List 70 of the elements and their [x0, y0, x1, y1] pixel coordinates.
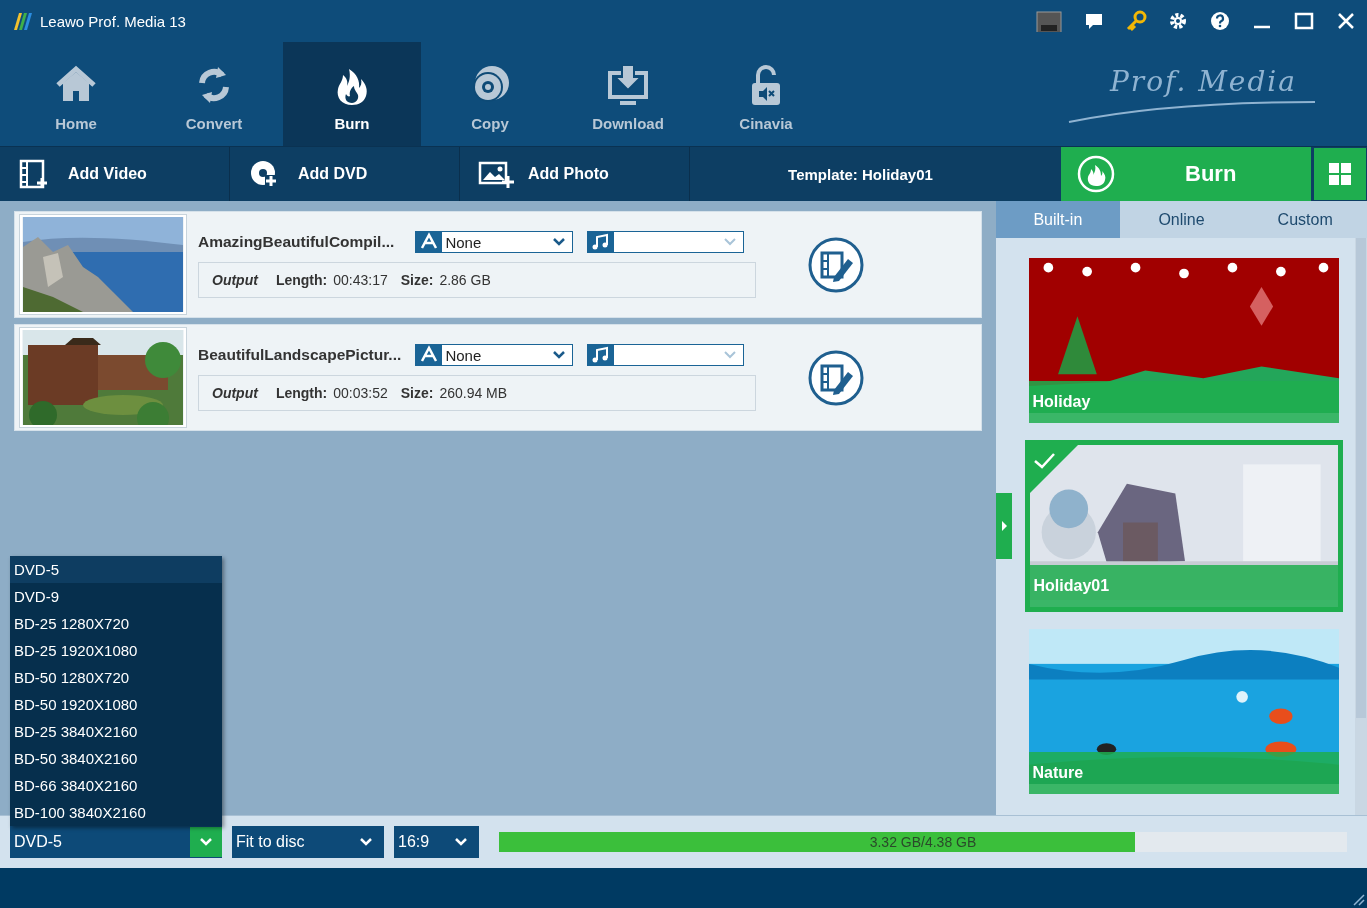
size-label: Size:: [400, 385, 434, 401]
template-tab[interactable]: Online: [1119, 201, 1244, 238]
select-field[interactable]: Fit to disc: [232, 826, 384, 858]
size-label: Size:: [400, 272, 434, 288]
audio-dropdown[interactable]: [586, 344, 744, 366]
size-value: 260.94 MB: [439, 385, 508, 401]
scrollbar-thumb[interactable]: [1356, 238, 1366, 718]
output-label: Output: [212, 272, 258, 288]
menu-item[interactable]: BD-25 1280X720: [10, 610, 222, 637]
menu-item[interactable]: BD-50 3840X2160: [10, 745, 222, 772]
scrollbar[interactable]: [1355, 238, 1367, 815]
length-label: Length:: [275, 385, 328, 401]
chip-icon[interactable]: [1035, 10, 1063, 32]
nav-tab[interactable]: Convert: [145, 42, 283, 146]
size-value: 2.86 GB: [439, 272, 491, 288]
resize-grip-icon: [1351, 892, 1365, 906]
subtitle-icon: [416, 232, 443, 252]
audio-dropdown[interactable]: [586, 231, 744, 253]
subtitle-dropdown[interactable]: None: [415, 344, 573, 366]
length-value: 00:03:52: [333, 385, 388, 401]
menu-item[interactable]: BD-25 3840X2160: [10, 718, 222, 745]
edit-video-icon[interactable]: [808, 349, 864, 406]
template-tab[interactable]: Custom: [1243, 201, 1367, 238]
music-note-icon: [587, 232, 614, 252]
nav-tab[interactable]: Home: [7, 42, 145, 146]
menu-item[interactable]: BD-25 1920X1080: [10, 637, 222, 664]
output-label: Output: [212, 385, 258, 401]
grid-view-icon[interactable]: [1314, 148, 1366, 200]
brand-logo-text: Prof. Media: [1109, 64, 1297, 98]
video-title: AmazingBeautifulCompil...: [198, 233, 396, 251]
chevron-down-icon: [190, 827, 222, 857]
menu-item[interactable]: BD-100 3840X2160: [10, 799, 222, 826]
select-field[interactable]: DVD-5: [10, 826, 222, 858]
menu-item[interactable]: DVD-9: [10, 583, 222, 610]
nav-tab[interactable]: Burn: [283, 42, 421, 146]
subtitle-dropdown[interactable]: None: [415, 231, 573, 253]
video-title: BeautifulLandscapePictur...: [198, 346, 403, 364]
nav-tab[interactable]: Copy: [421, 42, 559, 146]
key-icon[interactable]: [1125, 10, 1147, 32]
chevron-down-icon: [723, 350, 737, 360]
chevron-down-icon: [723, 237, 737, 247]
select-field[interactable]: 16:9: [394, 826, 479, 858]
chevron-down-icon: [551, 237, 566, 247]
length-value: 00:43:17: [333, 272, 388, 288]
template-name: Holiday01: [1029, 565, 1338, 607]
menu-item[interactable]: DVD-5: [10, 556, 222, 583]
settings-icon[interactable]: [1167, 10, 1189, 32]
maximize-icon[interactable]: [1293, 10, 1315, 32]
window-title: Leawo Prof. Media 13: [40, 12, 186, 30]
capacity-reading: 3.32 GB/4.38 GB: [868, 833, 978, 852]
swoosh-icon: [1067, 99, 1317, 124]
menu-item[interactable]: BD-50 1280X720: [10, 664, 222, 691]
template-name: Nature: [1028, 752, 1339, 794]
edit-video-icon[interactable]: [808, 236, 864, 293]
nav-tab[interactable]: Download: [559, 42, 697, 146]
length-label: Length:: [275, 272, 328, 288]
help-icon[interactable]: [1209, 10, 1231, 32]
chevron-down-icon: [453, 836, 469, 848]
app-logo-icon: [12, 10, 34, 32]
chevron-down-icon: [551, 350, 566, 360]
template-label: Template: Holiday01: [787, 164, 934, 185]
menu-item[interactable]: BD-66 3840X2160: [10, 772, 222, 799]
menu-item[interactable]: BD-50 1920X1080: [10, 691, 222, 718]
checkmark-icon: [1029, 445, 1078, 493]
flame-icon: [1077, 155, 1115, 193]
nav-tab[interactable]: Cinavia: [697, 42, 835, 146]
music-note-icon: [587, 345, 614, 365]
chevron-down-icon: [358, 836, 374, 848]
subtitle-icon: [416, 345, 443, 365]
template-name: Holiday: [1028, 381, 1339, 423]
